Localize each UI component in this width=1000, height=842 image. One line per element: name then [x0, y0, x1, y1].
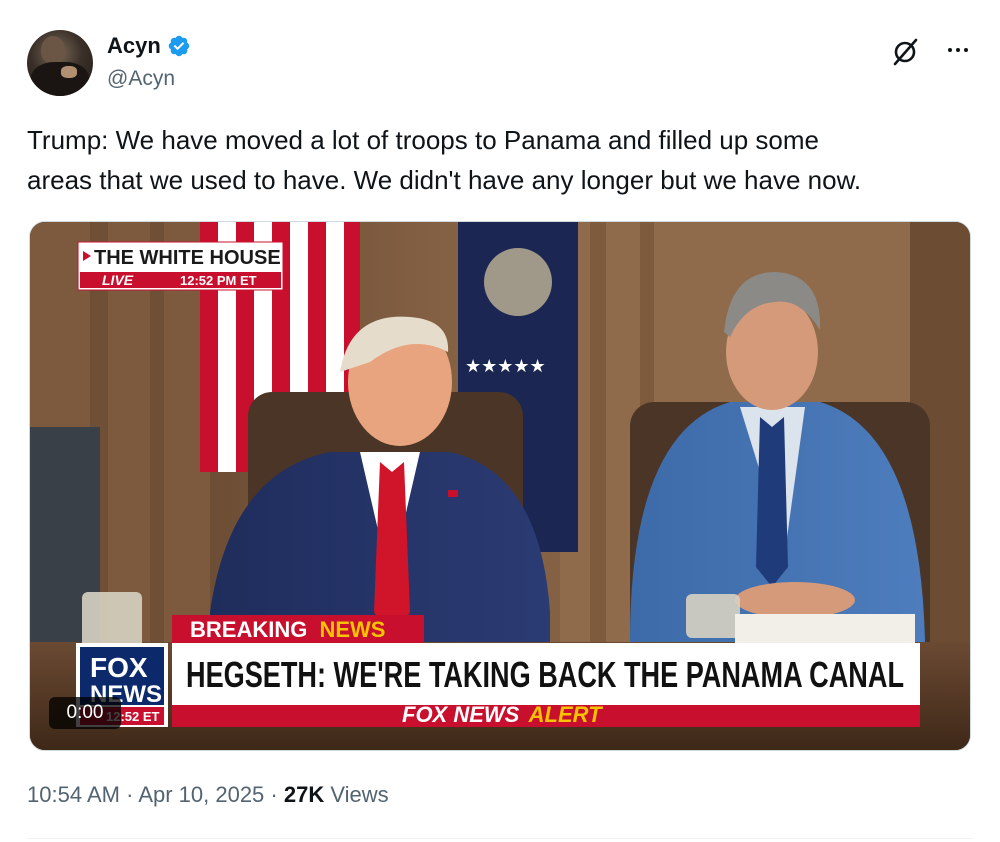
- alert-brand: FOX NEWS: [402, 702, 520, 727]
- white-house-bug: THE WHITE HOUSE LIVE 12:52 PM ET: [77, 241, 284, 291]
- tweet-text-line-2: areas that we used to have. We didn't ha…: [27, 165, 862, 195]
- tweet-header: Acyn @Acyn: [27, 30, 973, 100]
- breaking-word: BREAKING: [190, 617, 307, 642]
- user-handle[interactable]: @Acyn: [107, 67, 175, 91]
- svg-text:FOX NEWS ALERT: FOX NEWS ALERT: [402, 702, 603, 727]
- bug-live: LIVE: [102, 272, 134, 288]
- display-name[interactable]: Acyn: [107, 33, 161, 59]
- separator: ·: [270, 782, 278, 807]
- verified-badge-icon: [168, 35, 190, 57]
- svg-text:BREAKING NEWS: BREAKING NEWS: [190, 617, 385, 642]
- more-options-icon[interactable]: [943, 40, 973, 60]
- name-row: Acyn: [107, 33, 191, 59]
- tweet-date[interactable]: Apr 10, 2025: [138, 782, 264, 807]
- views-count: 27K: [283, 782, 325, 807]
- tweet-text-line-1: Trump: We have moved a lot of troops to …: [27, 125, 819, 155]
- avatar-face: [41, 36, 65, 64]
- views-label: Views: [330, 782, 389, 807]
- tweet-text: Trump: We have moved a lot of troops to …: [27, 120, 972, 200]
- grok-icon[interactable]: [891, 38, 919, 66]
- headline-bar: HEGSETH: WE'RE TAKING BACK THE PANAMA CA…: [172, 643, 920, 727]
- divider: [27, 838, 973, 839]
- tweet-metadata: 10:54 AM · Apr 10, 2025 · 27K Views: [27, 782, 389, 808]
- tweet-time[interactable]: 10:54 AM: [27, 782, 120, 807]
- bug-time: 12:52 PM ET: [180, 273, 257, 288]
- headline: HEGSETH: WE'RE TAKING BACK THE PANAMA CA…: [186, 654, 904, 695]
- bug-title: THE WHITE HOUSE: [94, 247, 281, 269]
- separator: ·: [126, 782, 134, 807]
- video-frame: ★★★★★ THE WHITE HOUSE LIVE 12:52 PM ET B…: [30, 222, 970, 750]
- logo-fox: FOX: [90, 652, 148, 683]
- svg-text:★★★★★: ★★★★★: [465, 356, 546, 377]
- news-word: NEWS: [319, 617, 385, 642]
- avatar-hand: [61, 66, 77, 78]
- avatar[interactable]: [27, 30, 93, 96]
- avatar-body: [31, 62, 89, 96]
- breaking-news-tab: BREAKING NEWS: [172, 615, 424, 643]
- video-player[interactable]: ★★★★★ THE WHITE HOUSE LIVE 12:52 PM ET B…: [29, 221, 971, 751]
- video-timer: 0:00: [49, 697, 121, 729]
- alert-word: ALERT: [528, 702, 603, 727]
